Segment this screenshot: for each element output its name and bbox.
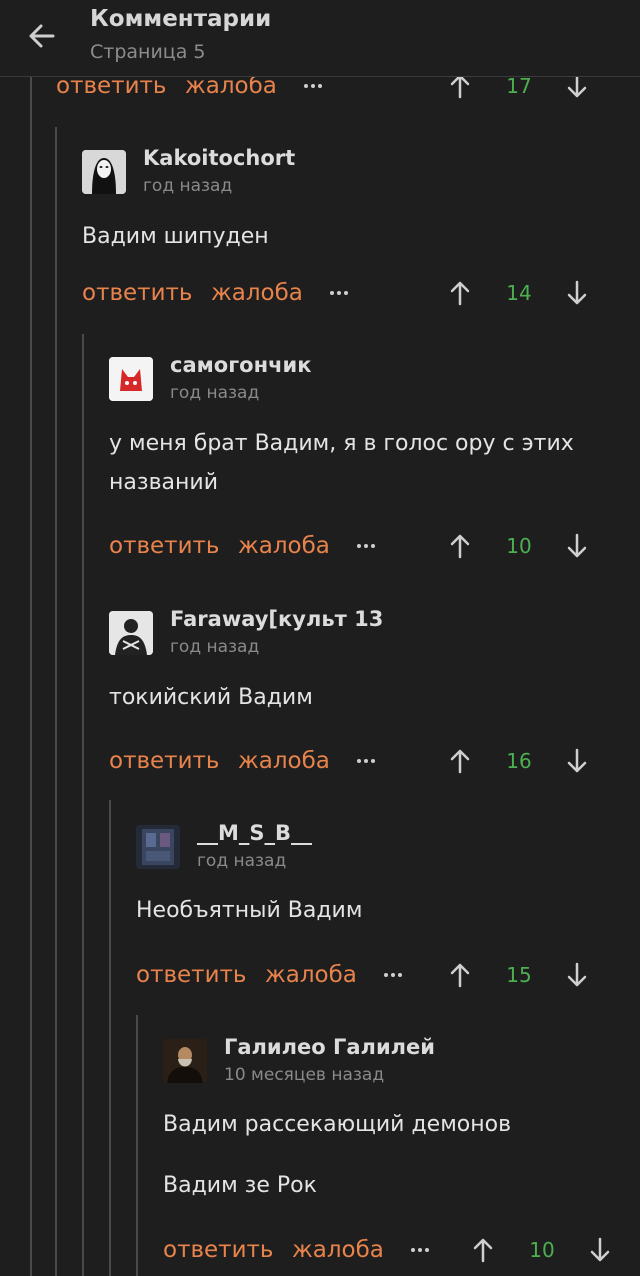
thread-line bbox=[109, 800, 111, 1276]
comment-time: 10 месяцев назад bbox=[224, 1065, 385, 1085]
thread-line bbox=[30, 77, 32, 1276]
avatar[interactable] bbox=[109, 611, 153, 655]
comment-text: названий bbox=[109, 470, 218, 495]
comment-time: год назад bbox=[143, 176, 233, 196]
reply-link[interactable]: ответить bbox=[109, 744, 219, 778]
comment-author[interactable]: Галилео Галилей bbox=[224, 1035, 435, 1059]
avatar[interactable] bbox=[136, 825, 180, 869]
comment-actions: ответить жалоба 14 bbox=[82, 276, 640, 310]
comment-actions: ответить жалоба 10 bbox=[109, 529, 640, 563]
more-dots-icon[interactable] bbox=[384, 958, 410, 992]
complain-link[interactable]: жалоба bbox=[238, 744, 330, 778]
arrow-down-icon[interactable] bbox=[588, 1237, 612, 1263]
avatar[interactable] bbox=[163, 1039, 207, 1083]
complain-link[interactable]: жалоба bbox=[265, 958, 357, 992]
complain-link[interactable]: жалоба bbox=[292, 1233, 384, 1267]
more-dots-icon[interactable] bbox=[330, 276, 356, 310]
arrow-down-icon[interactable] bbox=[565, 280, 589, 306]
comment-actions: ответить жалоба 10 bbox=[163, 1233, 640, 1267]
comment-score: 15 bbox=[506, 963, 532, 987]
reply-link[interactable]: ответить bbox=[82, 276, 192, 310]
arrow-up-icon[interactable] bbox=[448, 280, 472, 306]
app-header: Комментарии Страница 5 bbox=[0, 0, 640, 77]
comment-text: Вадим зе Рок bbox=[163, 1173, 317, 1198]
arrow-up-icon[interactable] bbox=[448, 748, 472, 774]
arrow-down-icon[interactable] bbox=[565, 533, 589, 559]
comment-text: Вадим рассекающий демонов bbox=[163, 1112, 512, 1137]
comment-actions: ответить жалоба 16 bbox=[109, 744, 640, 778]
thread-line bbox=[136, 1015, 138, 1276]
thread-line bbox=[82, 334, 84, 1276]
avatar[interactable] bbox=[109, 357, 153, 401]
arrow-down-icon[interactable] bbox=[565, 748, 589, 774]
comment-score: 16 bbox=[506, 749, 532, 773]
comment-text: Вадим шипуден bbox=[82, 224, 269, 249]
reply-link[interactable]: ответить bbox=[163, 1233, 273, 1267]
comment-author[interactable]: Faraway[культ 13 bbox=[170, 607, 383, 631]
more-dots-icon[interactable] bbox=[357, 744, 383, 778]
more-dots-icon[interactable] bbox=[357, 529, 383, 563]
comment-time: год назад bbox=[170, 383, 260, 403]
comment-text: у меня брат Вадим, я в голос ору с этих bbox=[109, 431, 574, 456]
comment-time: год назад bbox=[197, 851, 287, 871]
complain-link[interactable]: жалоба bbox=[238, 529, 330, 563]
back-arrow-icon[interactable] bbox=[24, 18, 60, 54]
avatar[interactable] bbox=[82, 150, 126, 194]
reply-link[interactable]: ответить bbox=[109, 529, 219, 563]
page-title: Комментарии bbox=[90, 6, 272, 32]
comment-score: 14 bbox=[506, 281, 532, 305]
comment-time: год назад bbox=[170, 637, 260, 657]
comment-text: Необъятный Вадим bbox=[136, 898, 363, 923]
comment-author[interactable]: Kakoitochort bbox=[143, 146, 295, 170]
more-dots-icon[interactable] bbox=[411, 1233, 437, 1267]
arrow-up-icon[interactable] bbox=[448, 962, 472, 988]
comment-score: 10 bbox=[529, 1238, 555, 1262]
arrow-up-icon[interactable] bbox=[448, 533, 472, 559]
arrow-up-icon[interactable] bbox=[471, 1237, 495, 1263]
comment-actions: ответить жалоба 15 bbox=[136, 958, 640, 992]
page-subtitle: Страница 5 bbox=[90, 41, 206, 63]
comment-score: 10 bbox=[506, 534, 532, 558]
comment-author[interactable]: самогончик bbox=[170, 353, 312, 377]
complain-link[interactable]: жалоба bbox=[211, 276, 303, 310]
reply-link[interactable]: ответить bbox=[136, 958, 246, 992]
arrow-down-icon[interactable] bbox=[565, 962, 589, 988]
thread-line bbox=[55, 127, 57, 1276]
comment-text: токийский Вадим bbox=[109, 685, 313, 710]
comment-author[interactable]: __M_S_B__ bbox=[197, 821, 312, 845]
